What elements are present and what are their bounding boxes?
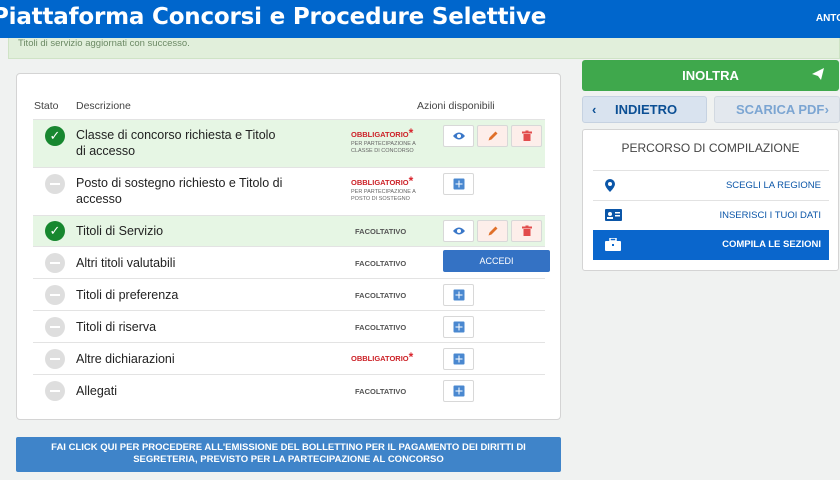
eye-icon [452, 132, 465, 140]
plus-icon [453, 289, 464, 301]
status-badge: FACOLTATIVO [355, 227, 407, 236]
inoltra-button[interactable]: INOLTRA [582, 60, 839, 91]
table-row: ✓ Classe di concorso richiesta e Titolo … [33, 119, 545, 167]
plus-icon [453, 385, 464, 397]
payment-button[interactable]: FAI CLICK QUI PER PROCEDERE ALL'EMISSION… [16, 437, 561, 472]
required-star-icon: * [408, 174, 414, 188]
table-row: Titoli di preferenza FACOLTATIVO [33, 278, 545, 310]
payment-button-line2: SEGRETERIA, PREVISTO PER LA PARTECIPAZIO… [133, 454, 444, 465]
row-description: Posto di sostegno richiesto e Titolo di … [76, 176, 283, 206]
user-name[interactable]: ANTO [816, 13, 840, 24]
table-row: Altri titoli valutabili FACOLTATIVO ACCE… [33, 246, 550, 278]
table-row: Allegati FACOLTATIVO [33, 374, 545, 406]
indietro-label: INDIETRO [615, 102, 678, 117]
edit-button[interactable] [477, 125, 508, 147]
row-description: Titoli di Servizio [76, 224, 164, 238]
payment-button-line1: FAI CLICK QUI PER PROCEDERE ALL'EMISSION… [51, 442, 526, 453]
percorso-panel: PERCORSO DI COMPILAZIONE SCEGLI LA REGIO… [582, 129, 839, 271]
row-description: Allegati [76, 384, 117, 398]
status-empty-icon [45, 317, 65, 337]
row-description: Titoli di preferenza [76, 288, 179, 302]
alert-message: Titoli di servizio aggiornati con succes… [18, 38, 190, 49]
table-row: ✓ Titoli di Servizio FACOLTATIVO [33, 215, 545, 246]
check-icon: ✓ [45, 126, 65, 146]
table-row: Altre dichiarazioni OBBLIGATORIO * [33, 342, 545, 374]
delete-button[interactable] [511, 125, 542, 147]
status-empty-icon [45, 349, 65, 369]
accedi-button[interactable]: ACCEDI [443, 250, 550, 272]
eye-icon [452, 227, 465, 235]
step-inserisci-dati[interactable]: INSERISCI I TUOI DATI [593, 200, 829, 230]
status-empty-icon [45, 253, 65, 273]
status-badge: FACOLTATIVO [355, 323, 407, 332]
edit-button[interactable] [477, 220, 508, 242]
send-icon [812, 68, 824, 80]
status-badge: FACOLTATIVO [355, 291, 407, 300]
step-compila-sezioni[interactable]: COMPILA LE SEZIONI [593, 230, 829, 260]
step-label: SCEGLI LA REGIONE [725, 180, 821, 191]
chevron-right-icon: › [824, 102, 829, 117]
header-descrizione: Descrizione [76, 100, 131, 112]
row-description: Altri titoli valutabili [76, 256, 176, 270]
top-header: Piattaforma Concorsi e Procedure Seletti… [0, 0, 840, 38]
row-description: Classe di concorso richiesta e Titolo di… [76, 128, 276, 158]
status-badge: OBBLIGATORIO * [351, 350, 414, 364]
row-note: PER PARTECIPAZIONE A CLASSE DI CONCORSO [351, 141, 416, 154]
status-badge: FACOLTATIVO [355, 387, 407, 396]
indietro-button[interactable]: ‹ INDIETRO [582, 96, 707, 123]
view-button[interactable] [443, 220, 474, 242]
required-star-icon: * [408, 350, 414, 364]
row-description: Titoli di riserva [76, 320, 157, 334]
row-note: PER PARTECIPAZIONE A POSTO DI SOSTEGNO [351, 189, 416, 202]
add-button[interactable] [443, 348, 474, 370]
status-badge: OBBLIGATORIO * [351, 126, 414, 140]
header-azioni: Azioni disponibili [417, 100, 495, 112]
map-pin-icon [605, 179, 615, 192]
id-card-icon [605, 209, 622, 221]
status-empty-icon [45, 174, 65, 194]
delete-button[interactable] [511, 220, 542, 242]
scarica-pdf-label: SCARICA PDF [736, 102, 825, 117]
scarica-pdf-button[interactable]: SCARICA PDF › [714, 96, 840, 123]
status-badge: FACOLTATIVO [355, 259, 407, 268]
table-header: Stato Descrizione Azioni disponibili [34, 100, 544, 118]
check-icon: ✓ [45, 221, 65, 241]
table-row: Titoli di riserva FACOLTATIVO [33, 310, 545, 342]
add-button[interactable] [443, 316, 474, 338]
header-stato: Stato [34, 100, 59, 112]
inoltra-label: INOLTRA [682, 68, 739, 83]
success-alert: Titoli di servizio aggiornati con succes… [8, 38, 840, 59]
trash-icon [521, 225, 532, 236]
view-button[interactable] [443, 125, 474, 147]
row-description: Altre dichiarazioni [76, 352, 175, 366]
status-empty-icon [45, 285, 65, 305]
required-star-icon: * [408, 126, 414, 140]
plus-icon [453, 353, 464, 365]
plus-icon [453, 178, 464, 190]
chevron-left-icon: ‹ [592, 102, 597, 117]
briefcase-icon [605, 238, 621, 251]
step-scegli-regione[interactable]: SCEGLI LA REGIONE [593, 170, 829, 200]
status-badge: OBBLIGATORIO * [351, 174, 414, 188]
plus-icon [453, 321, 464, 333]
step-label: INSERISCI I TUOI DATI [719, 210, 821, 221]
add-button[interactable] [443, 380, 474, 402]
percorso-title: PERCORSO DI COMPILAZIONE [621, 141, 800, 155]
add-button[interactable] [443, 173, 474, 195]
status-empty-icon [45, 381, 65, 401]
step-label: COMPILA LE SEZIONI [722, 239, 821, 250]
sections-card: Stato Descrizione Azioni disponibili ✓ C… [16, 73, 561, 420]
table-row: Posto di sostegno richiesto e Titolo di … [33, 167, 545, 215]
trash-icon [521, 130, 532, 141]
pencil-icon [488, 226, 497, 236]
pencil-icon [488, 131, 497, 141]
add-button[interactable] [443, 284, 474, 306]
page-title: Piattaforma Concorsi e Procedure Seletti… [0, 4, 547, 30]
